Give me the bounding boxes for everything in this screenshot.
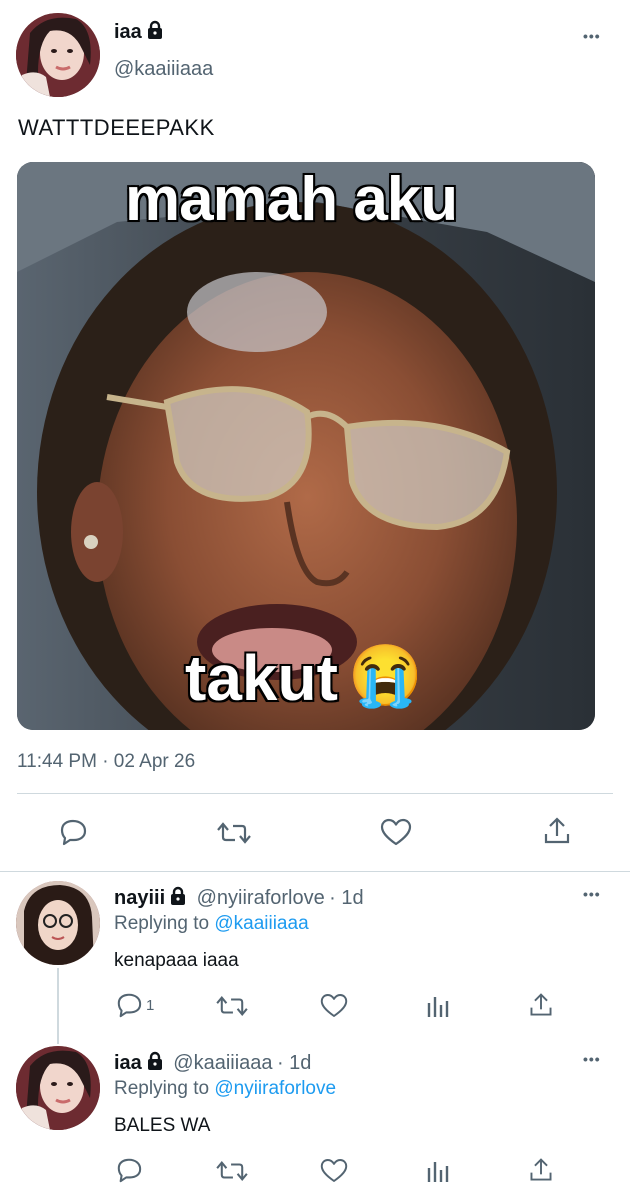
author-name[interactable]: iaa — [114, 1052, 142, 1074]
reply-icon[interactable] — [115, 1157, 143, 1183]
author-handle[interactable]: @kaaiiiaaa — [114, 58, 213, 81]
like-icon[interactable] — [380, 818, 412, 846]
like-icon[interactable] — [320, 1158, 348, 1183]
avatar-main[interactable] — [16, 13, 100, 97]
lock-icon — [145, 1051, 165, 1076]
analytics-icon[interactable] — [426, 993, 450, 1019]
lock-icon — [168, 886, 188, 911]
reply-text: BALES WA — [114, 1115, 211, 1136]
more-options-button[interactable]: ••• — [583, 1051, 601, 1067]
reply-age: · 1d — [329, 887, 364, 909]
author-handle[interactable]: @nyiiraforlove — [197, 887, 325, 909]
replying-to-link[interactable]: @nyiiraforlove — [214, 1078, 336, 1099]
crying-emoji: 😭 — [348, 642, 424, 709]
divider — [17, 793, 613, 794]
divider — [0, 871, 630, 872]
avatar-reply-2[interactable] — [16, 1046, 100, 1130]
retweet-icon[interactable] — [216, 1158, 248, 1184]
tweet-text: WATTTDEEEPAKK — [18, 115, 215, 140]
thread-line — [57, 968, 59, 1044]
lock-icon — [145, 20, 165, 45]
share-icon[interactable] — [528, 1156, 554, 1184]
avatar-image — [16, 1046, 100, 1130]
analytics-icon[interactable] — [426, 1158, 450, 1184]
retweet-icon[interactable] — [217, 819, 251, 847]
more-options-button[interactable]: ••• — [583, 886, 601, 902]
avatar-reply-1[interactable] — [16, 881, 100, 965]
author-name[interactable]: iaa — [114, 21, 142, 43]
share-icon[interactable] — [542, 816, 572, 846]
meme-top-caption: mamah aku — [125, 165, 458, 234]
tweet-timestamp[interactable]: 11:44 PM · 02 Apr 26 — [17, 751, 195, 773]
author-name[interactable]: nayiii — [114, 887, 165, 909]
reply-text: kenapaaa iaaa — [114, 950, 239, 971]
avatar-image — [16, 881, 100, 965]
tweet-media[interactable]: mamah aku takut 😭 — [17, 162, 595, 730]
share-icon[interactable] — [528, 991, 554, 1019]
replying-label: Replying to — [114, 1078, 210, 1099]
reply-icon[interactable] — [58, 818, 88, 846]
reply-icon[interactable] — [115, 992, 143, 1018]
replying-label: Replying to — [114, 913, 210, 934]
like-icon[interactable] — [320, 993, 348, 1018]
author-handle[interactable]: @kaaiiiaaa — [173, 1052, 272, 1074]
meme-bottom-caption: takut — [185, 642, 338, 714]
reply-age: · 1d — [276, 1052, 312, 1074]
avatar-image — [16, 13, 100, 97]
retweet-icon[interactable] — [216, 993, 248, 1019]
replying-to-link[interactable]: @kaaiiiaaa — [214, 913, 308, 934]
more-options-button[interactable]: ••• — [583, 28, 601, 44]
reply-count: 1 — [146, 997, 155, 1014]
